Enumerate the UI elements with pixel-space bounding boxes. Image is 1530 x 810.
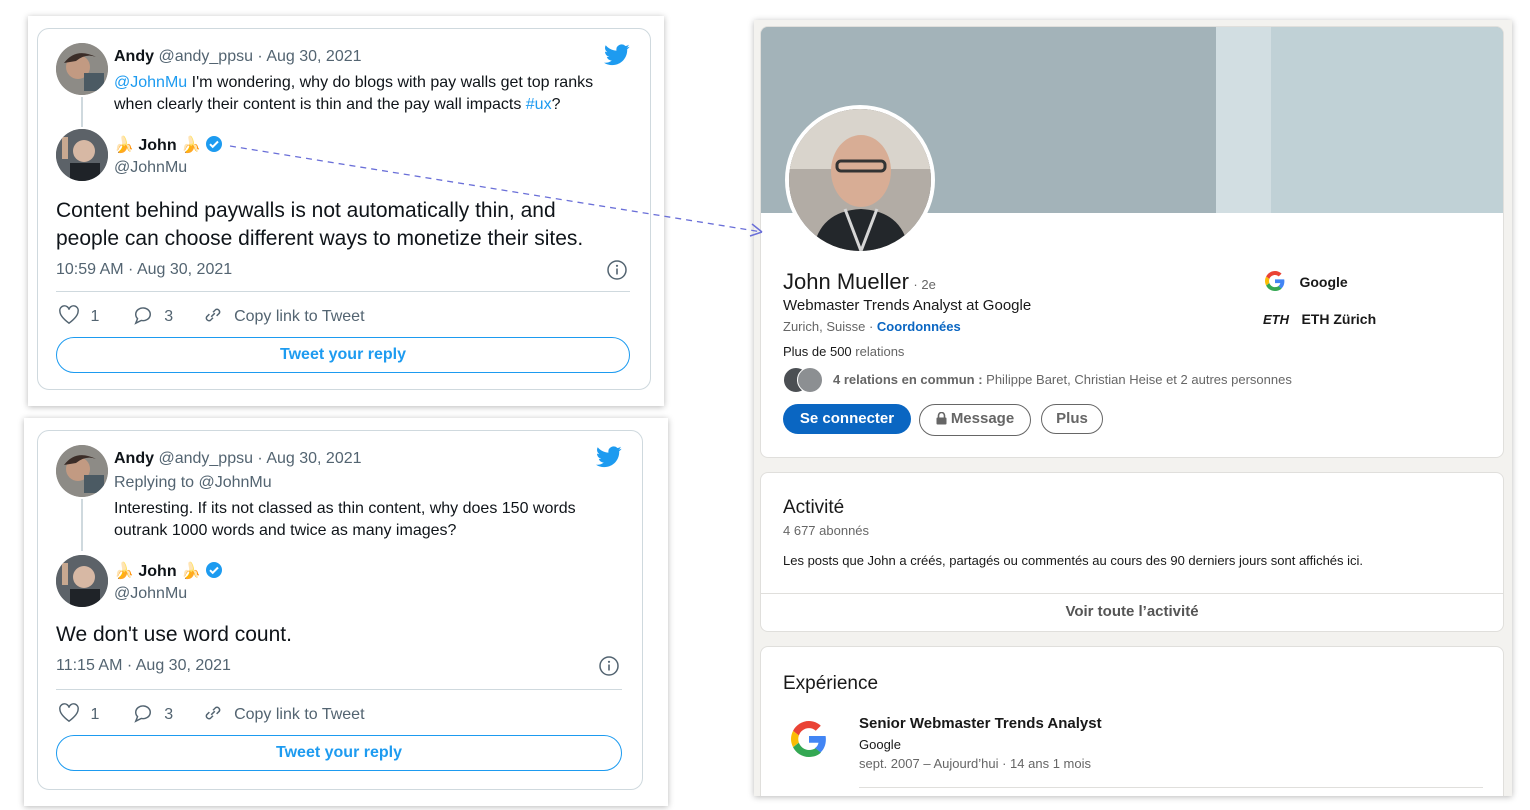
- connector-arrow: [229, 145, 763, 237]
